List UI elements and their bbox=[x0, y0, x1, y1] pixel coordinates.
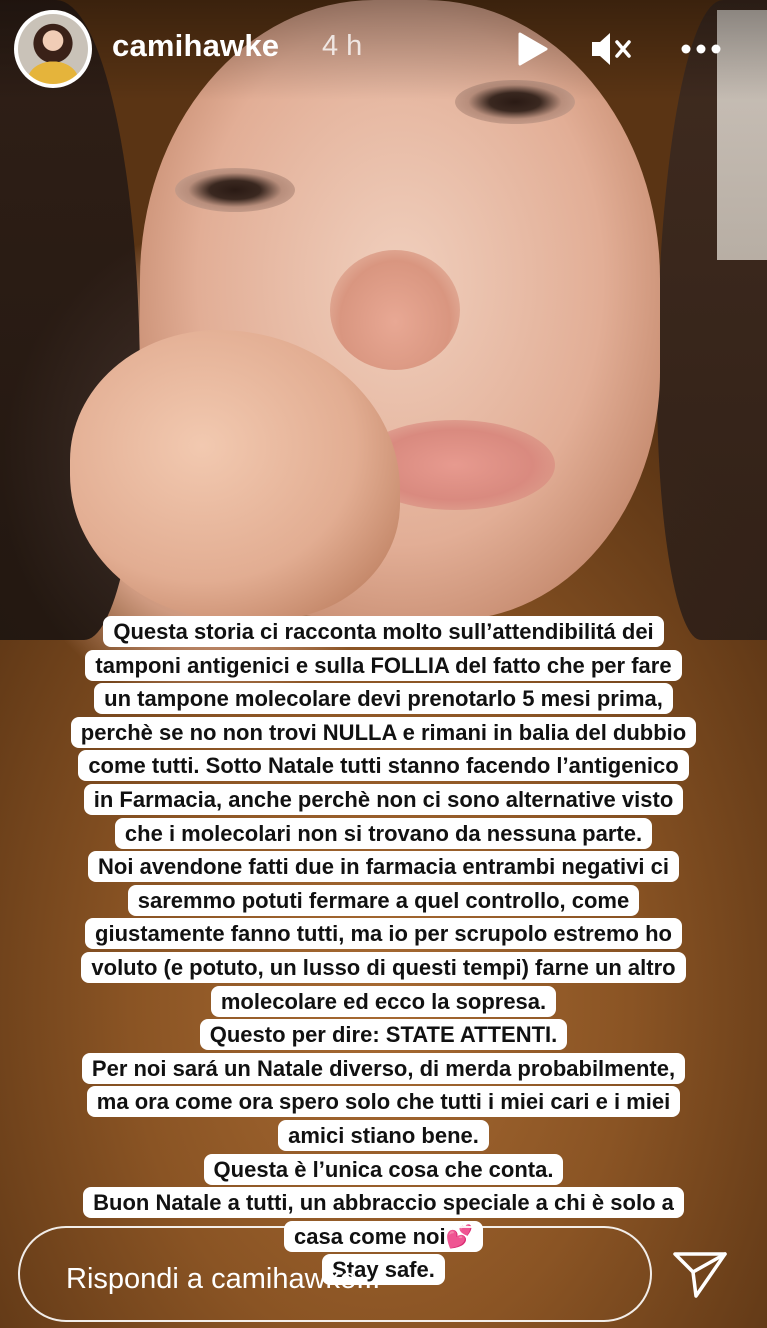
caption-line: Noi avendone fatti due in farmacia entra… bbox=[88, 851, 679, 883]
background-photo-nose bbox=[330, 250, 460, 370]
caption-line: Questo per dire: STATE ATTENTI. bbox=[199, 1019, 568, 1051]
caption-line: un tampone molecolare devi prenotarlo 5 … bbox=[94, 683, 673, 715]
caption-line: voluto (e potuto, un lusso di questi tem… bbox=[81, 951, 686, 983]
caption-row: molecolare ed ecco la sopresa. bbox=[20, 985, 747, 1019]
caption-line: saremmo potuti fermare a quel controllo,… bbox=[127, 884, 640, 916]
caption-line: Questa storia ci racconta molto sull’att… bbox=[103, 616, 664, 647]
username[interactable]: camihawke bbox=[112, 28, 279, 64]
caption-row: tamponi antigenici e sulla FOLLIA del fa… bbox=[20, 649, 747, 683]
caption-row: saremmo potuti fermare a quel controllo,… bbox=[20, 884, 747, 918]
caption-row: che i molecolari non si trovano da nessu… bbox=[20, 817, 747, 851]
caption-row: ma ora come ora spero solo che tutti i m… bbox=[20, 1085, 747, 1119]
caption-line: Buon Natale a tutti, un abbraccio specia… bbox=[83, 1187, 684, 1219]
caption-row: giustamente fanno tutti, ma io per scrup… bbox=[20, 917, 747, 951]
reply-placeholder: Rispondi a camihawke... bbox=[66, 1263, 381, 1295]
avatar-image bbox=[18, 14, 88, 84]
caption-line: in Farmacia, anche perchè non ci sono al… bbox=[83, 783, 684, 815]
caption-line: tamponi antigenici e sulla FOLLIA del fa… bbox=[85, 649, 682, 681]
caption-row: Per noi sará un Natale diverso, di merda… bbox=[20, 1052, 747, 1086]
caption-row: amici stiano bene. bbox=[20, 1119, 747, 1153]
caption-row: Questa è l’unica cosa che conta. bbox=[20, 1153, 747, 1187]
send-icon[interactable] bbox=[672, 1250, 728, 1300]
caption-line: amici stiano bene. bbox=[278, 1119, 489, 1151]
caption-row: Questo per dire: STATE ATTENTI. bbox=[20, 1018, 747, 1052]
caption-line: come tutti. Sotto Natale tutti stanno fa… bbox=[78, 750, 689, 782]
more-options-icon[interactable] bbox=[680, 40, 722, 58]
caption-row: Buon Natale a tutti, un abbraccio specia… bbox=[20, 1186, 747, 1220]
caption-row: voluto (e potuto, un lusso di questi tem… bbox=[20, 951, 747, 985]
caption-line: che i molecolari non si trovano da nessu… bbox=[114, 817, 653, 849]
caption-line: ma ora come ora spero solo che tutti i m… bbox=[86, 1086, 681, 1118]
caption-row: Noi avendone fatti due in farmacia entra… bbox=[20, 850, 747, 884]
caption-row: un tampone molecolare devi prenotarlo 5 … bbox=[20, 682, 747, 716]
caption-line: perchè se no non trovi NULLA e rimani in… bbox=[70, 716, 697, 748]
caption-line: Per noi sará un Natale diverso, di merda… bbox=[81, 1052, 686, 1084]
caption-row: perchè se no non trovi NULLA e rimani in… bbox=[20, 716, 747, 750]
caption-row: in Farmacia, anche perchè non ci sono al… bbox=[20, 783, 747, 817]
story-timestamp: 4 h bbox=[322, 30, 363, 62]
background-photo-eye-left bbox=[175, 168, 295, 212]
avatar[interactable] bbox=[14, 10, 92, 88]
muted-speaker-icon[interactable] bbox=[590, 29, 632, 69]
caption-line: giustamente fanno tutti, ma io per scrup… bbox=[85, 918, 682, 950]
story-caption: Questa storia ci racconta molto sull’att… bbox=[20, 615, 747, 1287]
caption-row: come tutti. Sotto Natale tutti stanno fa… bbox=[20, 749, 747, 783]
story-view[interactable]: camihawke 4 h Questa storia ci racconta … bbox=[0, 0, 767, 1328]
caption-line: molecolare ed ecco la sopresa. bbox=[210, 985, 557, 1017]
caption-row: Questa storia ci racconta molto sull’att… bbox=[20, 615, 747, 649]
caption-line: Questa è l’unica cosa che conta. bbox=[203, 1153, 564, 1185]
play-icon[interactable] bbox=[514, 31, 550, 67]
